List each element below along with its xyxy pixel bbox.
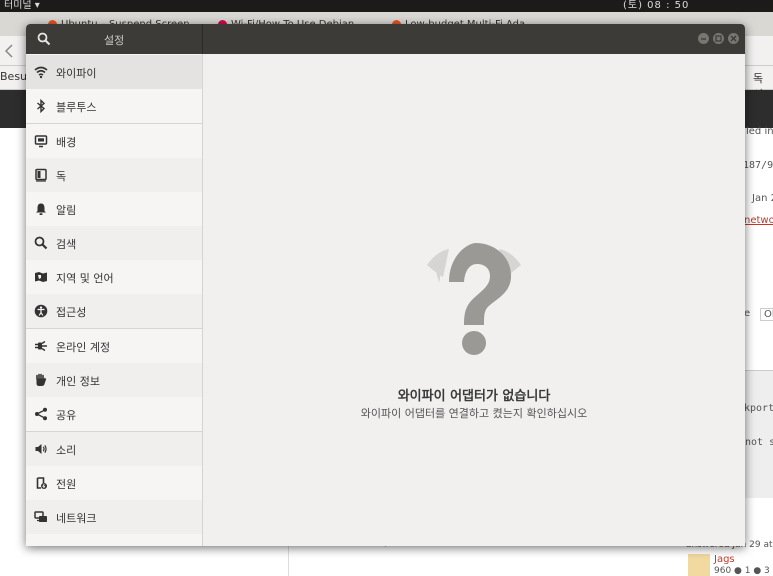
sidebar-item-label: 블루투스 — [56, 101, 97, 114]
sidebar-item-privacy[interactable]: 개인 정보 — [26, 363, 202, 397]
sidebar-item-background[interactable]: 배경 — [26, 124, 202, 158]
network-icon — [34, 511, 47, 522]
back-arrow-icon[interactable] — [4, 44, 14, 58]
sidebar-item-notifications[interactable]: 알림 — [26, 192, 202, 226]
bookmark-item[interactable]: Besu — [0, 70, 27, 83]
region-icon — [35, 272, 47, 282]
top-panel: 터미널 ▾ (토) 08 : 50 — [0, 0, 773, 12]
header-sidebar-section: 설정 — [26, 24, 203, 54]
settings-window: 설정 와이파이 블루투스 배경 독 알림 검색 지역 및 언어 접근성 온라인 … — [26, 24, 745, 546]
sidebar-item-label: 알림 — [56, 204, 77, 217]
sidebar-item-label: 접근성 — [56, 306, 87, 319]
sidebar-item-label: 온라인 계정 — [56, 341, 111, 354]
empty-state-title: 와이파이 어댑터가 없습니다 — [397, 389, 551, 404]
power-icon — [36, 477, 47, 489]
sidebar-item-label: 공유 — [56, 409, 77, 422]
sidebar-item-sound[interactable]: 소리 — [26, 432, 202, 466]
window-title: 설정 — [104, 34, 125, 47]
no-wifi-adapter-icon — [427, 243, 521, 355]
sidebar-item-label: 검색 — [56, 238, 77, 251]
sidebar-item-label: 소리 — [56, 444, 77, 457]
page-text: led in — [746, 126, 773, 137]
avatar — [688, 554, 710, 576]
sidebar-item-sharing[interactable]: 공유 — [26, 397, 202, 431]
background-icon — [34, 135, 48, 148]
sidebar-item-search[interactable]: 검색 — [26, 226, 202, 260]
online-accounts-icon — [35, 340, 47, 352]
sidebar-item-bluetooth[interactable]: 블루투스 — [26, 89, 202, 123]
sidebar-item-online-accounts[interactable]: 온라인 계정 — [26, 329, 202, 363]
page-tab[interactable]: Ol — [760, 308, 773, 321]
close-button[interactable] — [728, 33, 739, 44]
user-reputation: 960 ● 1 ● 3 ● — [714, 566, 773, 576]
search-icon[interactable] — [37, 32, 51, 46]
sidebar-item-accessibility[interactable]: 접근성 — [26, 294, 202, 328]
share-icon — [35, 407, 47, 421]
sidebar-item-label: 독 — [56, 170, 67, 183]
page-link[interactable]: network — [744, 215, 773, 226]
sidebar-item-power[interactable]: 전원 — [26, 466, 202, 500]
page-code: not s — [745, 437, 773, 448]
user-link[interactable]: Jags — [714, 554, 735, 565]
bluetooth-icon — [37, 99, 46, 113]
sidebar-item-label: 배경 — [56, 136, 77, 149]
empty-state-subtitle: 와이파이 어댑터를 연결하고 켰는지 확인하십시오 — [360, 407, 588, 420]
code-block — [742, 370, 773, 498]
minimize-icon — [701, 38, 706, 40]
clock[interactable]: (토) 08 : 50 — [623, 0, 689, 12]
sidebar-item-label: 네트워크 — [56, 512, 97, 525]
search-icon — [34, 236, 48, 250]
maximize-icon — [715, 35, 722, 42]
dock-icon — [35, 168, 47, 182]
sidebar-item-label: 와이파이 — [56, 67, 97, 80]
sidebar-item-label: 전원 — [56, 478, 77, 491]
minimize-button[interactable] — [698, 33, 709, 44]
sidebar-item-label: 지역 및 언어 — [56, 272, 114, 285]
wifi-icon — [34, 66, 48, 79]
accessibility-icon — [34, 304, 48, 318]
wifi-panel: 와이파이 어댑터가 없습니다 와이파이 어댑터를 연결하고 켰는지 확인하십시오 — [203, 54, 745, 546]
maximize-button[interactable] — [713, 33, 724, 44]
sidebar-item-label: 개인 정보 — [56, 375, 100, 388]
app-menu[interactable]: 터미널 ▾ — [4, 0, 40, 12]
sidebar-item-region[interactable]: 지역 및 언어 — [26, 260, 202, 294]
close-icon — [730, 35, 737, 42]
bell-icon — [36, 203, 46, 215]
sidebar-item-network[interactable]: 네트워크 — [26, 500, 202, 534]
page-code: kport — [744, 403, 773, 414]
header-bar: 설정 — [26, 24, 745, 54]
settings-sidebar: 와이파이 블루투스 배경 독 알림 검색 지역 및 언어 접근성 온라인 계정 … — [26, 54, 203, 546]
page-text: 187/92 — [743, 160, 773, 171]
sidebar-item-dock[interactable]: 독 — [26, 158, 202, 192]
privacy-hand-icon — [36, 373, 47, 386]
page-text: Jan 2 — [752, 193, 773, 204]
sidebar-item-wifi[interactable]: 와이파이 — [26, 55, 202, 89]
speaker-icon — [35, 444, 47, 454]
